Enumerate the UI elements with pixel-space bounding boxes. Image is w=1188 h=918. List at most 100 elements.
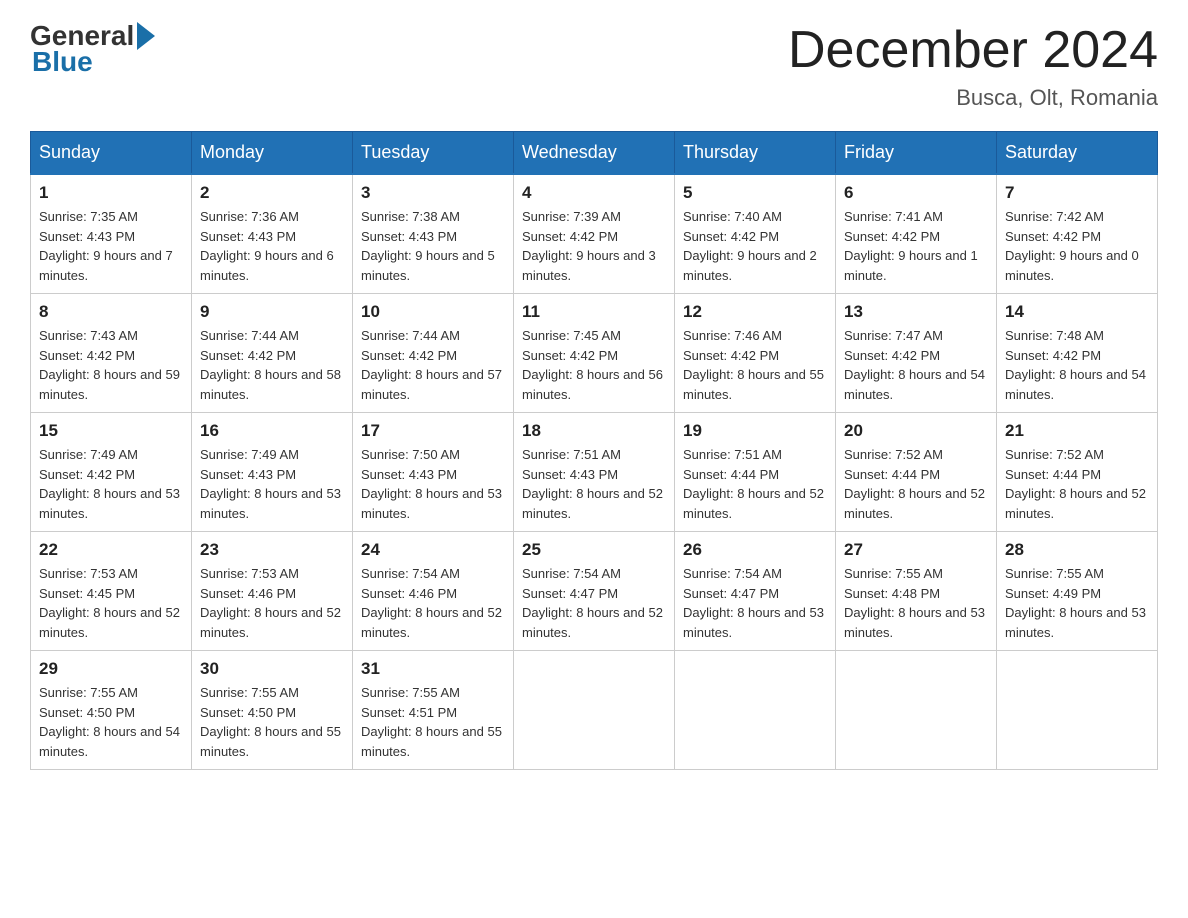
daylight-label: Daylight: 9 hours and 6 minutes. xyxy=(200,248,334,283)
day-info: Sunrise: 7:49 AM Sunset: 4:42 PM Dayligh… xyxy=(39,445,183,523)
day-number: 29 xyxy=(39,659,183,679)
day-info: Sunrise: 7:36 AM Sunset: 4:43 PM Dayligh… xyxy=(200,207,344,285)
calendar-cell: 7 Sunrise: 7:42 AM Sunset: 4:42 PM Dayli… xyxy=(997,174,1158,294)
calendar-cell: 15 Sunrise: 7:49 AM Sunset: 4:42 PM Dayl… xyxy=(31,413,192,532)
calendar-cell: 2 Sunrise: 7:36 AM Sunset: 4:43 PM Dayli… xyxy=(192,174,353,294)
day-info: Sunrise: 7:55 AM Sunset: 4:50 PM Dayligh… xyxy=(39,683,183,761)
day-number: 27 xyxy=(844,540,988,560)
calendar-cell: 23 Sunrise: 7:53 AM Sunset: 4:46 PM Dayl… xyxy=(192,532,353,651)
day-info: Sunrise: 7:46 AM Sunset: 4:42 PM Dayligh… xyxy=(683,326,827,404)
day-number: 19 xyxy=(683,421,827,441)
sunrise-label: Sunrise: 7:40 AM xyxy=(683,209,782,224)
daylight-label: Daylight: 8 hours and 55 minutes. xyxy=(683,367,824,402)
sunset-label: Sunset: 4:42 PM xyxy=(844,229,940,244)
calendar-cell: 31 Sunrise: 7:55 AM Sunset: 4:51 PM Dayl… xyxy=(353,651,514,770)
sunset-label: Sunset: 4:43 PM xyxy=(522,467,618,482)
sunset-label: Sunset: 4:50 PM xyxy=(200,705,296,720)
sunrise-label: Sunrise: 7:55 AM xyxy=(200,685,299,700)
calendar-cell: 24 Sunrise: 7:54 AM Sunset: 4:46 PM Dayl… xyxy=(353,532,514,651)
sunrise-label: Sunrise: 7:46 AM xyxy=(683,328,782,343)
sunset-label: Sunset: 4:47 PM xyxy=(683,586,779,601)
daylight-label: Daylight: 8 hours and 53 minutes. xyxy=(1005,605,1146,640)
sunrise-label: Sunrise: 7:54 AM xyxy=(522,566,621,581)
daylight-label: Daylight: 9 hours and 7 minutes. xyxy=(39,248,173,283)
daylight-label: Daylight: 8 hours and 52 minutes. xyxy=(844,486,985,521)
daylight-label: Daylight: 9 hours and 1 minute. xyxy=(844,248,978,283)
calendar-cell: 30 Sunrise: 7:55 AM Sunset: 4:50 PM Dayl… xyxy=(192,651,353,770)
daylight-label: Daylight: 8 hours and 54 minutes. xyxy=(844,367,985,402)
daylight-label: Daylight: 8 hours and 52 minutes. xyxy=(522,605,663,640)
sunrise-label: Sunrise: 7:52 AM xyxy=(1005,447,1104,462)
daylight-label: Daylight: 8 hours and 52 minutes. xyxy=(1005,486,1146,521)
sunrise-label: Sunrise: 7:45 AM xyxy=(522,328,621,343)
day-number: 22 xyxy=(39,540,183,560)
calendar-cell: 17 Sunrise: 7:50 AM Sunset: 4:43 PM Dayl… xyxy=(353,413,514,532)
sunset-label: Sunset: 4:43 PM xyxy=(200,467,296,482)
day-number: 11 xyxy=(522,302,666,322)
daylight-label: Daylight: 8 hours and 59 minutes. xyxy=(39,367,180,402)
day-info: Sunrise: 7:41 AM Sunset: 4:42 PM Dayligh… xyxy=(844,207,988,285)
sunrise-label: Sunrise: 7:51 AM xyxy=(522,447,621,462)
day-number: 28 xyxy=(1005,540,1149,560)
sunset-label: Sunset: 4:42 PM xyxy=(844,348,940,363)
day-header-monday: Monday xyxy=(192,132,353,175)
calendar-cell: 28 Sunrise: 7:55 AM Sunset: 4:49 PM Dayl… xyxy=(997,532,1158,651)
sunset-label: Sunset: 4:46 PM xyxy=(361,586,457,601)
sunset-label: Sunset: 4:42 PM xyxy=(39,348,135,363)
title-section: December 2024 Busca, Olt, Romania xyxy=(788,20,1158,111)
day-info: Sunrise: 7:42 AM Sunset: 4:42 PM Dayligh… xyxy=(1005,207,1149,285)
sunrise-label: Sunrise: 7:44 AM xyxy=(361,328,460,343)
sunset-label: Sunset: 4:49 PM xyxy=(1005,586,1101,601)
daylight-label: Daylight: 8 hours and 52 minutes. xyxy=(683,486,824,521)
day-number: 6 xyxy=(844,183,988,203)
sunset-label: Sunset: 4:42 PM xyxy=(200,348,296,363)
sunset-label: Sunset: 4:50 PM xyxy=(39,705,135,720)
day-number: 10 xyxy=(361,302,505,322)
day-info: Sunrise: 7:47 AM Sunset: 4:42 PM Dayligh… xyxy=(844,326,988,404)
sunrise-label: Sunrise: 7:55 AM xyxy=(1005,566,1104,581)
day-number: 26 xyxy=(683,540,827,560)
daylight-label: Daylight: 8 hours and 53 minutes. xyxy=(844,605,985,640)
sunrise-label: Sunrise: 7:49 AM xyxy=(200,447,299,462)
day-number: 2 xyxy=(200,183,344,203)
sunset-label: Sunset: 4:46 PM xyxy=(200,586,296,601)
day-header-thursday: Thursday xyxy=(675,132,836,175)
daylight-label: Daylight: 8 hours and 52 minutes. xyxy=(361,605,502,640)
day-number: 1 xyxy=(39,183,183,203)
sunrise-label: Sunrise: 7:55 AM xyxy=(361,685,460,700)
day-number: 12 xyxy=(683,302,827,322)
daylight-label: Daylight: 8 hours and 53 minutes. xyxy=(361,486,502,521)
sunset-label: Sunset: 4:42 PM xyxy=(683,229,779,244)
day-info: Sunrise: 7:40 AM Sunset: 4:42 PM Dayligh… xyxy=(683,207,827,285)
day-number: 9 xyxy=(200,302,344,322)
calendar-cell: 20 Sunrise: 7:52 AM Sunset: 4:44 PM Dayl… xyxy=(836,413,997,532)
sunrise-label: Sunrise: 7:41 AM xyxy=(844,209,943,224)
day-info: Sunrise: 7:38 AM Sunset: 4:43 PM Dayligh… xyxy=(361,207,505,285)
day-info: Sunrise: 7:43 AM Sunset: 4:42 PM Dayligh… xyxy=(39,326,183,404)
sunset-label: Sunset: 4:44 PM xyxy=(844,467,940,482)
day-header-saturday: Saturday xyxy=(997,132,1158,175)
day-info: Sunrise: 7:45 AM Sunset: 4:42 PM Dayligh… xyxy=(522,326,666,404)
day-header-tuesday: Tuesday xyxy=(353,132,514,175)
day-info: Sunrise: 7:52 AM Sunset: 4:44 PM Dayligh… xyxy=(844,445,988,523)
sunrise-label: Sunrise: 7:54 AM xyxy=(683,566,782,581)
calendar-cell xyxy=(514,651,675,770)
sunrise-label: Sunrise: 7:51 AM xyxy=(683,447,782,462)
sunrise-label: Sunrise: 7:36 AM xyxy=(200,209,299,224)
sunrise-label: Sunrise: 7:35 AM xyxy=(39,209,138,224)
day-info: Sunrise: 7:55 AM Sunset: 4:48 PM Dayligh… xyxy=(844,564,988,642)
sunrise-label: Sunrise: 7:39 AM xyxy=(522,209,621,224)
sunset-label: Sunset: 4:42 PM xyxy=(1005,229,1101,244)
day-number: 5 xyxy=(683,183,827,203)
sunrise-label: Sunrise: 7:43 AM xyxy=(39,328,138,343)
daylight-label: Daylight: 8 hours and 53 minutes. xyxy=(39,486,180,521)
week-row-2: 8 Sunrise: 7:43 AM Sunset: 4:42 PM Dayli… xyxy=(31,294,1158,413)
day-info: Sunrise: 7:55 AM Sunset: 4:51 PM Dayligh… xyxy=(361,683,505,761)
daylight-label: Daylight: 9 hours and 0 minutes. xyxy=(1005,248,1139,283)
calendar-cell: 4 Sunrise: 7:39 AM Sunset: 4:42 PM Dayli… xyxy=(514,174,675,294)
day-info: Sunrise: 7:53 AM Sunset: 4:45 PM Dayligh… xyxy=(39,564,183,642)
day-header-sunday: Sunday xyxy=(31,132,192,175)
daylight-label: Daylight: 8 hours and 55 minutes. xyxy=(361,724,502,759)
day-number: 3 xyxy=(361,183,505,203)
sunrise-label: Sunrise: 7:44 AM xyxy=(200,328,299,343)
